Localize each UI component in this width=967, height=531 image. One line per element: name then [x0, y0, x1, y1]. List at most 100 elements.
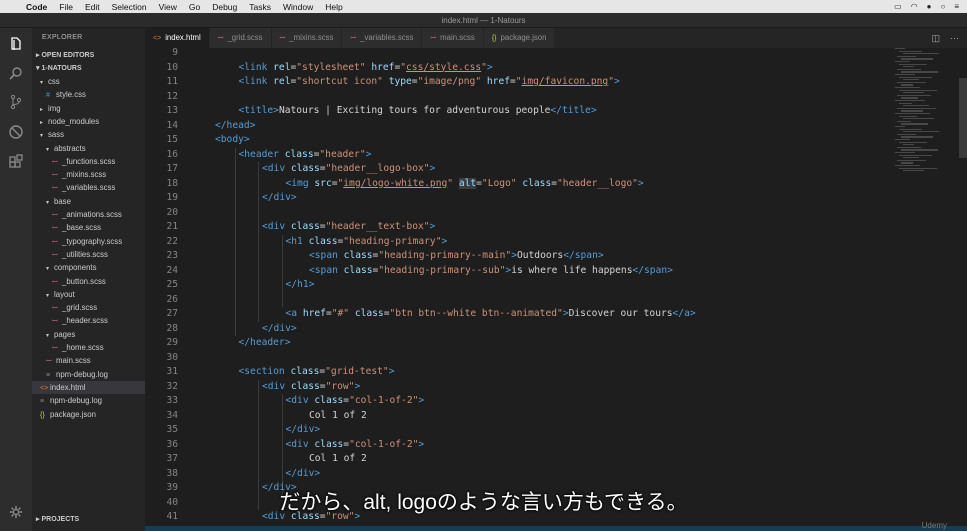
tree-item-label: sass: [48, 130, 65, 140]
tree-file[interactable]: ꟷ _grid.scss: [32, 301, 145, 314]
minimap-line: [901, 149, 938, 151]
code-token: class: [354, 308, 384, 319]
search-menu-icon[interactable]: ○: [940, 2, 945, 11]
menu-tasks[interactable]: Tasks: [249, 2, 271, 12]
line-number: 25: [166, 279, 178, 290]
menu-window[interactable]: Window: [283, 2, 313, 12]
code-text: </div>: [286, 423, 321, 438]
minimap-line: [899, 63, 927, 65]
tree-folder[interactable]: ▾ sass: [32, 128, 145, 141]
tab-variables-scss[interactable]: ꟷ _variables.scss: [342, 28, 423, 48]
tree-file[interactable]: ꟷ _mixins.scss: [32, 168, 145, 181]
tree-file[interactable]: ꟷ main.scss: [32, 354, 145, 367]
tree-file[interactable]: ꟷ _typography.scss: [32, 235, 145, 248]
battery-icon[interactable]: ▭: [894, 2, 902, 11]
minimap-line: [897, 146, 921, 148]
minimap-line: [895, 126, 905, 128]
menu-selection[interactable]: Selection: [112, 2, 147, 12]
notification-center-icon[interactable]: ≡: [954, 2, 959, 11]
code-text: </h1>: [286, 278, 315, 293]
minimap-line: [899, 89, 937, 91]
tree-folder[interactable]: ▾ components: [32, 261, 145, 274]
minimap-line: [897, 94, 931, 96]
user-icon[interactable]: ●: [927, 2, 932, 11]
tree-folder[interactable]: ▾ pages: [32, 328, 145, 341]
code-line: 22 <h1 class="heading-primary">: [145, 235, 885, 250]
code-token: "btn btn--white btn--animated": [389, 308, 563, 319]
tree-file[interactable]: ꟷ _base.scss: [32, 221, 145, 234]
minimap[interactable]: [893, 48, 955, 178]
tab-grid-scss[interactable]: ꟷ _grid.scss: [209, 28, 272, 48]
split-editor-icon[interactable]: ◫: [931, 28, 940, 48]
code-token: <div: [285, 395, 315, 406]
code-line: 21 <div class="header__text-box">: [145, 220, 885, 235]
projects-label: PROJECTS: [41, 516, 80, 523]
status-bar: [145, 526, 967, 531]
code-token: >: [613, 76, 620, 87]
minimap-line: [897, 159, 926, 161]
tree-folder[interactable]: ▸ node_modules: [32, 115, 145, 128]
menu-view[interactable]: View: [159, 2, 177, 12]
menu-debug[interactable]: Debug: [212, 2, 237, 12]
video-subtitle: だから、alt, logoのような言い方もできる。: [279, 491, 688, 514]
code-text: <h1 class="heading-primary">: [286, 235, 448, 250]
more-actions-icon[interactable]: ···: [950, 28, 959, 48]
menu-edit[interactable]: Edit: [85, 2, 100, 12]
html-file-icon: <>: [40, 384, 49, 392]
search-icon[interactable]: [6, 63, 26, 83]
files-icon[interactable]: [6, 34, 26, 54]
tree-item-label: node_modules: [48, 116, 100, 126]
line-number: 22: [166, 235, 178, 247]
tree-file[interactable]: {} package.json: [32, 408, 145, 421]
code-editor[interactable]: 9 10 <link rel="stylesheet" href="css/styl…: [145, 48, 967, 531]
tab-mixins-scss[interactable]: ꟷ _mixins.scss: [271, 28, 343, 48]
tree-file[interactable]: ꟷ _header.scss: [32, 314, 145, 327]
extensions-icon[interactable]: [6, 151, 26, 171]
tree-file[interactable]: ꟷ _home.scss: [32, 341, 145, 354]
tree-file[interactable]: ꟷ _variables.scss: [32, 181, 145, 194]
minimap-line: [901, 84, 913, 86]
debug-icon[interactable]: [6, 122, 26, 142]
code-token: <div: [262, 221, 291, 232]
tree-file[interactable]: <> index.html: [32, 380, 145, 395]
tab-package-json[interactable]: {} package.json: [483, 28, 556, 48]
vertical-scrollbar[interactable]: [959, 78, 967, 158]
window-title: index.html — 1-Natours: [441, 16, 526, 25]
tree-file[interactable]: ꟷ _animations.scss: [32, 208, 145, 221]
tree-file[interactable]: ꟷ _utilities.scss: [32, 248, 145, 261]
open-editors-section[interactable]: ▸ OPEN EDITORS: [32, 49, 145, 62]
tree-file[interactable]: ꟷ _button.scss: [32, 275, 145, 288]
project-section[interactable]: ▾ 1-NATOURS: [32, 62, 145, 75]
tab-main-scss[interactable]: ꟷ main.scss: [422, 28, 484, 48]
tree-file[interactable]: ꟷ _functions.scss: [32, 155, 145, 168]
tree-file[interactable]: ≡ npm-debug.log: [32, 394, 145, 407]
tab-index-html[interactable]: <> index.html: [145, 28, 210, 48]
code-token: "stylesheet": [296, 61, 372, 73]
code-token: <div: [285, 438, 315, 450]
tree-item-label: _utilities.scss: [62, 249, 108, 259]
menu-app-name[interactable]: Code: [26, 2, 47, 12]
tree-file[interactable]: ≡ npm-debug.log: [32, 368, 145, 381]
line-number: 11: [166, 76, 178, 87]
tree-folder[interactable]: ▾ css: [32, 75, 145, 88]
code-token: rel: [273, 61, 291, 73]
menu-go[interactable]: Go: [189, 2, 200, 12]
menu-help[interactable]: Help: [325, 2, 342, 12]
tree-folder[interactable]: ▸ img: [32, 102, 145, 115]
line-number: 29: [166, 337, 178, 348]
code-token: "grid-test": [325, 366, 389, 377]
menu-file[interactable]: File: [59, 2, 73, 12]
tree-file[interactable]: # style.css: [32, 88, 145, 101]
code-token: class: [522, 177, 552, 189]
tree-item-label: npm-debug.log: [56, 369, 109, 379]
source-control-icon[interactable]: [6, 92, 26, 112]
code-token: class: [308, 235, 338, 247]
minimap-line: [895, 48, 905, 50]
wifi-icon[interactable]: ◠: [911, 2, 918, 11]
tree-folder[interactable]: ▾ abstracts: [32, 142, 145, 155]
code-token: </head>: [215, 119, 256, 131]
tree-folder[interactable]: ▾ base: [32, 195, 145, 208]
tree-item-label: pages: [54, 329, 76, 339]
line-number: 24: [166, 264, 178, 276]
tree-folder[interactable]: ▾ layout: [32, 288, 145, 301]
